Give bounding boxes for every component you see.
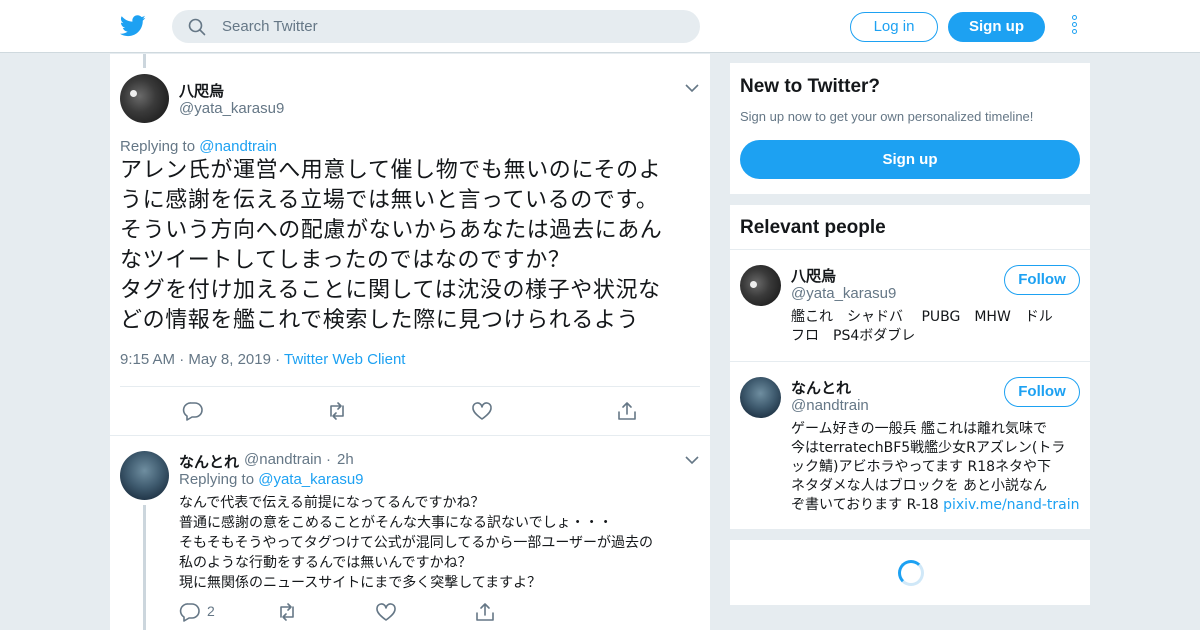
share-icon[interactable] (474, 602, 496, 622)
like-icon[interactable] (375, 602, 397, 622)
follow-button[interactable]: Follow (1004, 265, 1080, 295)
tweet-metadata: 9:15 AM · May 8, 2019 · Twitter Web Clie… (120, 351, 405, 368)
card-title: New to Twitter? (740, 76, 881, 97)
avatar[interactable] (740, 377, 781, 418)
reply-author-name[interactable]: なんとれ (179, 451, 239, 472)
twitter-bird-icon[interactable] (120, 14, 146, 38)
search-icon (188, 18, 206, 36)
card-title: Relevant people (740, 217, 886, 238)
bio-text: ぞ書いております R-18 (791, 497, 944, 513)
chevron-down-icon[interactable] (685, 455, 699, 465)
person-handle[interactable]: @nandtrain (791, 397, 869, 414)
replying-to-link[interactable]: @nandtrain (199, 138, 277, 155)
relevant-people-card: Relevant people 八咫烏 @yata_karasu9 Follow… (730, 205, 1090, 529)
divider (120, 386, 700, 387)
replying-prefix: Replying to (179, 471, 255, 488)
tweet-time[interactable]: 9:15 AM (120, 351, 175, 368)
tweet-text-line: なツイートしてしまったのではなのですか？ (120, 248, 571, 273)
reply-text-line: 現に無関係のニュースサイトにまで多く突撃してますよ？ (179, 575, 542, 591)
chevron-down-icon[interactable] (685, 83, 699, 93)
card-subtitle: Sign up now to get your own personalized… (740, 109, 1034, 124)
thread-line (143, 54, 146, 68)
divider (110, 435, 710, 436)
search-box[interactable] (172, 10, 700, 43)
avatar[interactable] (120, 74, 169, 123)
reply-age[interactable]: 2h (337, 451, 354, 468)
tweet-client-link[interactable]: Twitter Web Client (284, 351, 405, 368)
tweet-date[interactable]: May 8, 2019 (188, 351, 271, 368)
meta-separator: · (179, 351, 189, 368)
tweet-text-line: アレン氏が運営へ用意して催し物でも無いのにそのよ (120, 158, 662, 183)
reply-author-handle[interactable]: @nandtrain (244, 451, 322, 468)
replying-to: Replying to @yata_karasu9 (179, 471, 364, 488)
bio-line: ネタダメな人はブロックを あと小説なん (791, 478, 1048, 494)
reply-age-separator: · (326, 451, 331, 468)
tweet-author-handle[interactable]: @yata_karasu9 (179, 100, 284, 117)
bio-line: 今はterratechBF5戦艦少女Rアズレン(トラ (791, 440, 1066, 456)
tweet-text-line: うに感謝を伝える立場では無いと言っているのです。 (120, 188, 659, 213)
avatar[interactable] (120, 451, 169, 500)
tweet-text-line: タグを付け加えることに関しては沈没の様子や状況な (120, 278, 661, 303)
bio-line: ぞ書いております R-18 pixiv.me/nand-train (791, 496, 1081, 515)
divider (730, 249, 1090, 250)
loading-spinner-icon (898, 560, 924, 586)
tweet-text-line: どの情報を艦これで検索した際に見つけられるよう (120, 308, 640, 333)
login-button[interactable]: Log in (850, 12, 938, 42)
reply-icon[interactable] (182, 401, 204, 421)
signup-button[interactable]: Sign up (740, 140, 1080, 179)
reply-text: なんで代表で伝える前提になってるんですかね？ 普通に感謝の意をこめることがそんな… (179, 493, 699, 593)
reply-text-line: 私のような行動をするんでは無いんですかね？ (179, 555, 472, 571)
signup-button[interactable]: Sign up (948, 12, 1045, 42)
follow-button[interactable]: Follow (1004, 377, 1080, 407)
reply-icon[interactable] (179, 602, 201, 622)
reply-text-line: 普通に感謝の意をこめることがそんな大事になる訳ないでしょ・・・ (179, 515, 613, 531)
bio-line: ック鯖)アビホラやってます R18ネタや下 (791, 459, 1052, 475)
reply-text-line: なんで代表で伝える前提になってるんですかね？ (179, 495, 485, 511)
top-bar: Log in Sign up (0, 0, 1200, 53)
thread-line (143, 505, 146, 630)
loading-card (730, 540, 1090, 605)
person-bio: 艦これ シャドバ PUBG MHW ドル フロ PS4ボダブレ (791, 308, 1081, 346)
bio-line: ゲーム好きの一般兵 艦これは離れ気味で (791, 421, 1048, 437)
share-icon[interactable] (616, 401, 638, 421)
reply-text-line: そもそもそうやってタグつけて公式が混同してるから一部ユーザーが過去の (179, 535, 654, 551)
person-bio: ゲーム好きの一般兵 艦これは離れ気味で 今はterratechBF5戦艦少女Rア… (791, 420, 1081, 515)
replying-to: Replying to @nandtrain (120, 138, 277, 155)
person-name[interactable]: 八咫烏 (791, 265, 836, 286)
tweet-text-line: そういう方向への配慮がないからあなたは過去にあん (120, 218, 663, 243)
bio-line: フロ PS4ボダブレ (791, 328, 916, 344)
meta-separator: · (275, 351, 285, 368)
new-to-twitter-card: New to Twitter? Sign up now to get your … (730, 63, 1090, 194)
person-handle[interactable]: @yata_karasu9 (791, 285, 896, 302)
tweet-text: アレン氏が運営へ用意して催し物でも無いのにそのよ うに感謝を伝える立場では無いと… (120, 156, 700, 336)
bio-link[interactable]: pixiv.me/nand-train (943, 497, 1079, 513)
retweet-icon[interactable] (326, 401, 348, 421)
person-name[interactable]: なんとれ (791, 377, 851, 398)
reply-count: 2 (207, 603, 215, 619)
replying-to-link[interactable]: @yata_karasu9 (258, 471, 363, 488)
bio-line: 艦これ シャドバ PUBG MHW ドル (791, 309, 1053, 325)
avatar[interactable] (740, 265, 781, 306)
replying-prefix: Replying to (120, 138, 196, 155)
tweet-author-name[interactable]: 八咫烏 (179, 80, 224, 101)
divider (730, 361, 1090, 362)
search-input[interactable] (222, 10, 682, 43)
like-icon[interactable] (471, 401, 493, 421)
vertical-dots-icon[interactable] (1066, 14, 1082, 40)
retweet-icon[interactable] (276, 602, 298, 622)
